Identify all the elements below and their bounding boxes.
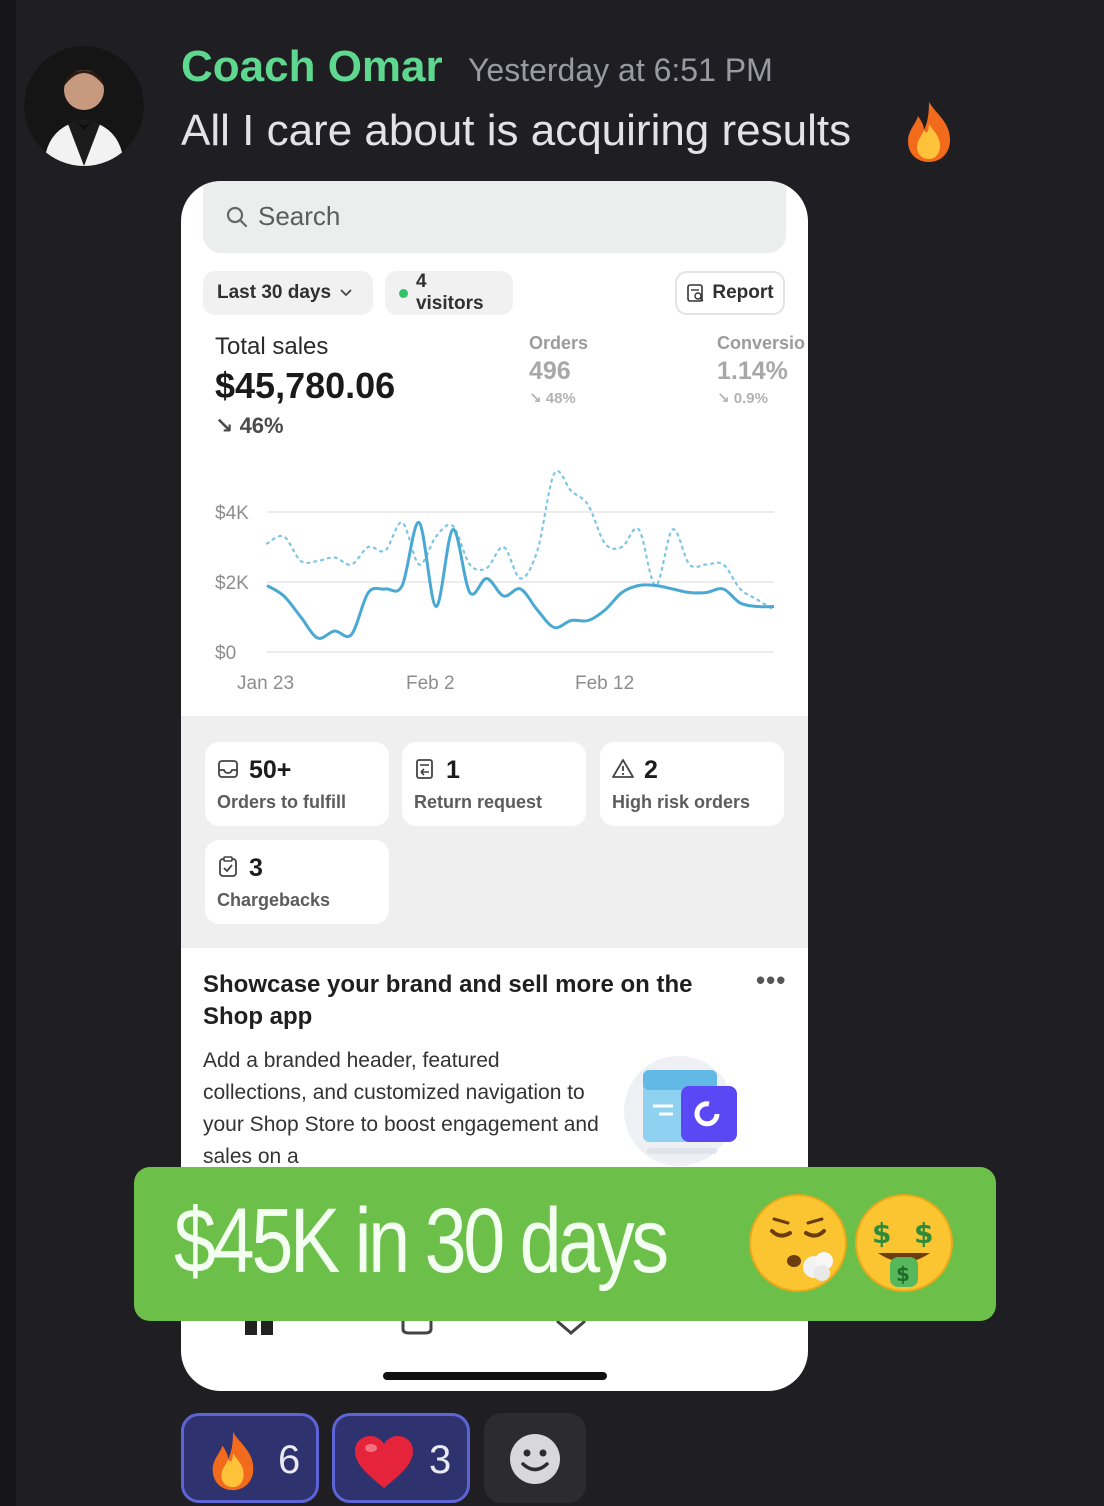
reaction-count: 6 [278,1438,301,1482]
x-tick-label: Feb 12 [575,673,634,694]
report-label: Report [712,282,774,303]
home-tab-icon[interactable] [243,1321,275,1335]
y-tick-label: $0 [215,643,236,664]
total-sales-value: $45,780.06 [215,365,396,406]
promo-title: Showcase your brand and sell more on the… [203,971,693,1030]
card-label: High risk orders [612,792,751,812]
add-reaction-button[interactable] [484,1413,586,1503]
orders-tab-icon[interactable] [401,1321,433,1335]
promo-body: Add a branded header, featured collectio… [203,1049,599,1168]
total-sales-change: ↘ 46% [215,413,284,439]
search-icon [226,206,248,228]
task-cards-area: 50+ Orders to fulfill 1 Return request 2… [181,716,808,948]
reaction-fire-button[interactable]: 6 [181,1413,319,1503]
search-bar[interactable]: Search [203,181,786,253]
avatar-image [24,46,144,166]
current-period-line [266,520,775,640]
products-tab-icon[interactable] [555,1321,587,1335]
fire-icon [212,1431,254,1491]
svg-text:$: $ [896,1262,910,1286]
high-risk-orders-card[interactable]: 2 High risk orders [600,742,784,826]
conversion-value: 1.14% [717,357,788,385]
card-value: 3 [249,854,263,882]
visitors-label: 4 visitors [415,271,484,314]
conversion-change-value: 0.9% [733,390,768,407]
total-sales-change-value: 46% [239,413,284,438]
conversion-change: ↘ 0.9% [717,390,768,407]
card-label: Return request [414,792,543,812]
date-range-label: Last 30 days [217,282,332,303]
sales-chart[interactable]: $0 $2K $4K Jan 23 Feb 2 Feb 12 [181,451,808,721]
reaction-count: 3 [429,1438,452,1482]
svg-text:$: $ [872,1217,891,1250]
card-value: 1 [446,756,460,784]
fire-emoji-icon [902,100,956,169]
more-options-icon[interactable]: ••• [756,965,786,996]
card-value: 50+ [249,756,292,784]
total-sales-label: Total sales [215,333,329,360]
author-name[interactable]: Coach Omar [181,42,443,92]
home-indicator [383,1372,607,1380]
search-placeholder: Search [258,201,341,231]
svg-text:$: $ [914,1217,933,1250]
orders-value: 496 [529,357,571,385]
message-text: All I care about is acquiring results [181,106,852,155]
card-label: Chargebacks [217,890,331,910]
report-icon [687,284,704,302]
x-tick-label: Jan 23 [237,673,294,694]
visitors-pill[interactable]: 4 visitors [385,271,513,315]
add-reaction-smiley-icon [510,1434,560,1484]
face-exhaling-emoji-icon [746,1191,850,1300]
date-range-dropdown[interactable]: Last 30 days [203,271,373,315]
clipboard-check-icon [219,856,237,877]
heart-icon [355,1436,413,1488]
inbox-icon [218,760,238,778]
chevron-down-icon [340,289,352,297]
caption-text: $45K in 30 days [174,1190,669,1292]
y-tick-label: $2K [215,573,249,594]
money-mouth-emoji-icon: $ $ $ [852,1191,956,1300]
receipt-return-icon [416,759,433,779]
report-button[interactable]: Report [675,271,785,315]
shop-app-illustration [621,1056,761,1171]
reaction-heart-button[interactable]: 3 [332,1413,470,1503]
card-value: 2 [644,756,658,784]
warning-icon [612,759,634,778]
chargebacks-card[interactable]: 3 Chargebacks [205,840,389,924]
conversion-label: Conversio [717,333,806,353]
orders-change: ↘ 48% [529,390,576,407]
orders-label: Orders [529,333,589,353]
author-avatar[interactable] [24,46,144,166]
y-tick-label: $4K [215,503,249,524]
return-request-card[interactable]: 1 Return request [402,742,586,826]
message-timestamp: Yesterday at 6:51 PM [468,52,773,88]
trend-down-icon: ↘ [215,413,234,438]
live-dot-icon [399,288,408,298]
x-tick-label: Feb 2 [406,673,455,694]
orders-to-fulfill-card[interactable]: 50+ Orders to fulfill [205,742,389,826]
caption-banner: $45K in 30 days $ $ $ [134,1167,996,1321]
card-label: Orders to fulfill [217,792,347,812]
orders-change-value: 48% [545,390,576,407]
